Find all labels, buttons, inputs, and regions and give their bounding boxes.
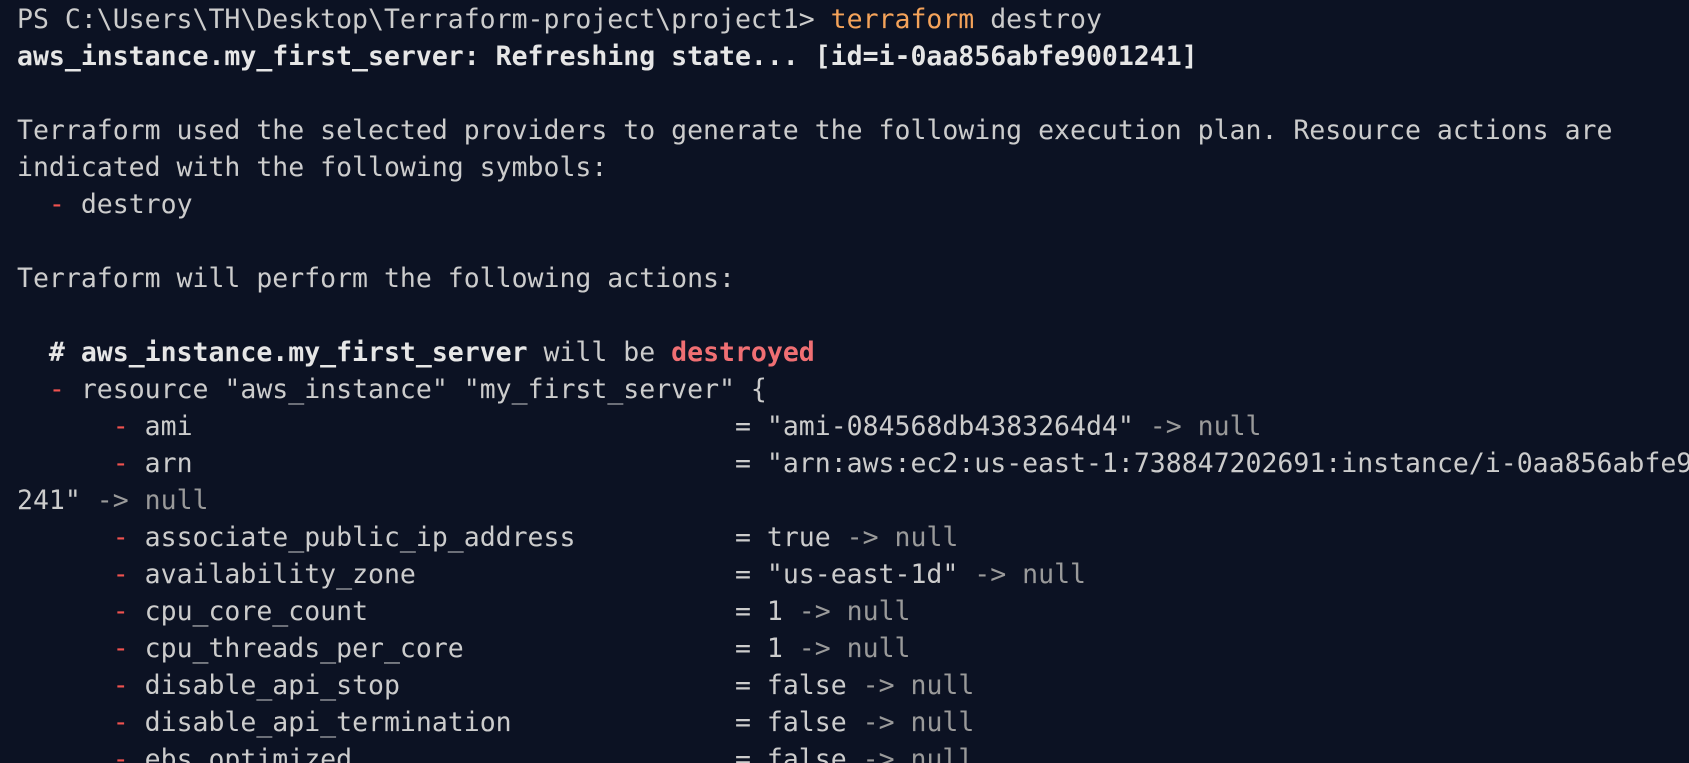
- attr-value: = "arn:aws:ec2:us-east-1:738847202691:in…: [734, 448, 1689, 479]
- resource-declaration: resource "aws_instance" "my_first_server…: [64, 374, 767, 405]
- attr-name: disable_api_stop: [128, 670, 735, 701]
- attr-value: = false: [734, 707, 847, 738]
- arrow: ->: [782, 596, 847, 627]
- resource-comment-middle: will be: [527, 337, 672, 368]
- attr-value: = false: [734, 670, 847, 701]
- minus-sign: -: [112, 707, 129, 738]
- destroyed-status: destroyed: [671, 337, 815, 368]
- terminal-output[interactable]: PS C:\Users\TH\Desktop\Terraform-project…: [17, 0, 1689, 763]
- arrow: ->: [846, 744, 911, 763]
- attr-name: ebs_optimized: [128, 744, 735, 763]
- minus-sign: -: [112, 522, 129, 553]
- null-value: null: [894, 522, 959, 553]
- attr-cpu-threads-per-core: - cpu_threads_per_core = 1 -> null: [17, 630, 1689, 667]
- minus-sign: -: [112, 670, 129, 701]
- attr-name: disable_api_termination: [128, 707, 735, 738]
- attr-arn-wrap: 241" -> null: [17, 482, 1689, 519]
- attr-arn: - arn = "arn:aws:ec2:us-east-1:738847202…: [17, 445, 1689, 482]
- attr-ami: - ami = "ami-084568db4383264d4" -> null: [17, 408, 1689, 445]
- arrow: ->: [846, 707, 911, 738]
- attr-name: arn: [128, 448, 735, 479]
- symbol-label: destroy: [64, 189, 193, 220]
- actions-heading: Terraform will perform the following act…: [17, 263, 735, 294]
- minus-sign: -: [48, 189, 65, 220]
- attr-name: ami: [128, 411, 735, 442]
- symbol-legend: - destroy: [17, 186, 1689, 223]
- attr-value: = true: [734, 522, 831, 553]
- attr-name: cpu_core_count: [128, 596, 735, 627]
- command-name: terraform: [830, 4, 975, 35]
- null-value: null: [144, 485, 209, 516]
- attr-name: associate_public_ip_address: [128, 522, 735, 553]
- attr-availability-zone: - availability_zone = "us-east-1d" -> nu…: [17, 556, 1689, 593]
- null-value: null: [910, 670, 975, 701]
- arrow: ->: [846, 670, 911, 701]
- minus-sign: -: [112, 448, 129, 479]
- attr-name: availability_zone: [128, 559, 735, 590]
- intro-line-2: indicated with the following symbols:: [17, 152, 608, 183]
- attr-disable-api-stop: - disable_api_stop = false -> null: [17, 667, 1689, 704]
- arrow: ->: [958, 559, 1023, 590]
- minus-sign: -: [112, 411, 129, 442]
- attr-value: = false: [734, 744, 847, 763]
- resource-open: - resource "aws_instance" "my_first_serv…: [17, 371, 1689, 408]
- prompt-path: PS C:\Users\TH\Desktop\Terraform-project…: [17, 4, 831, 35]
- prompt-line: PS C:\Users\TH\Desktop\Terraform-project…: [17, 1, 1689, 38]
- arrow: ->: [830, 522, 895, 553]
- attr-value: = "ami-084568db4383264d4": [734, 411, 1134, 442]
- refresh-line: aws_instance.my_first_server: Refreshing…: [17, 41, 1198, 72]
- resource-comment: # aws_instance.my_first_server will be d…: [17, 334, 1689, 371]
- arrow: ->: [782, 633, 847, 664]
- attr-name: cpu_threads_per_core: [128, 633, 735, 664]
- null-value: null: [846, 633, 911, 664]
- arrow: ->: [1133, 411, 1198, 442]
- null-value: null: [846, 596, 911, 627]
- minus-sign: -: [112, 744, 129, 763]
- attr-value-wrap: 241": [17, 485, 81, 516]
- minus-sign: -: [48, 374, 65, 405]
- null-value: null: [910, 707, 975, 738]
- resource-address: # aws_instance.my_first_server: [48, 337, 528, 368]
- minus-sign: -: [112, 559, 129, 590]
- attr-disable-api-termination: - disable_api_termination = false -> nul…: [17, 704, 1689, 741]
- minus-sign: -: [112, 633, 129, 664]
- attr-value: = 1: [734, 596, 783, 627]
- null-value: null: [1022, 559, 1086, 590]
- attr-associate-public-ip-address: - associate_public_ip_address = true -> …: [17, 519, 1689, 556]
- attr-value: = 1: [734, 633, 783, 664]
- minus-sign: -: [112, 596, 129, 627]
- null-value: null: [1197, 411, 1262, 442]
- arrow: ->: [80, 485, 145, 516]
- attr-cpu-core-count: - cpu_core_count = 1 -> null: [17, 593, 1689, 630]
- null-value: null: [910, 744, 975, 763]
- command-args: destroy: [974, 4, 1102, 35]
- attr-ebs-optimized: - ebs_optimized = false -> null: [17, 741, 1689, 763]
- intro-line-1: Terraform used the selected providers to…: [17, 115, 1613, 146]
- attr-value: = "us-east-1d": [734, 559, 959, 590]
